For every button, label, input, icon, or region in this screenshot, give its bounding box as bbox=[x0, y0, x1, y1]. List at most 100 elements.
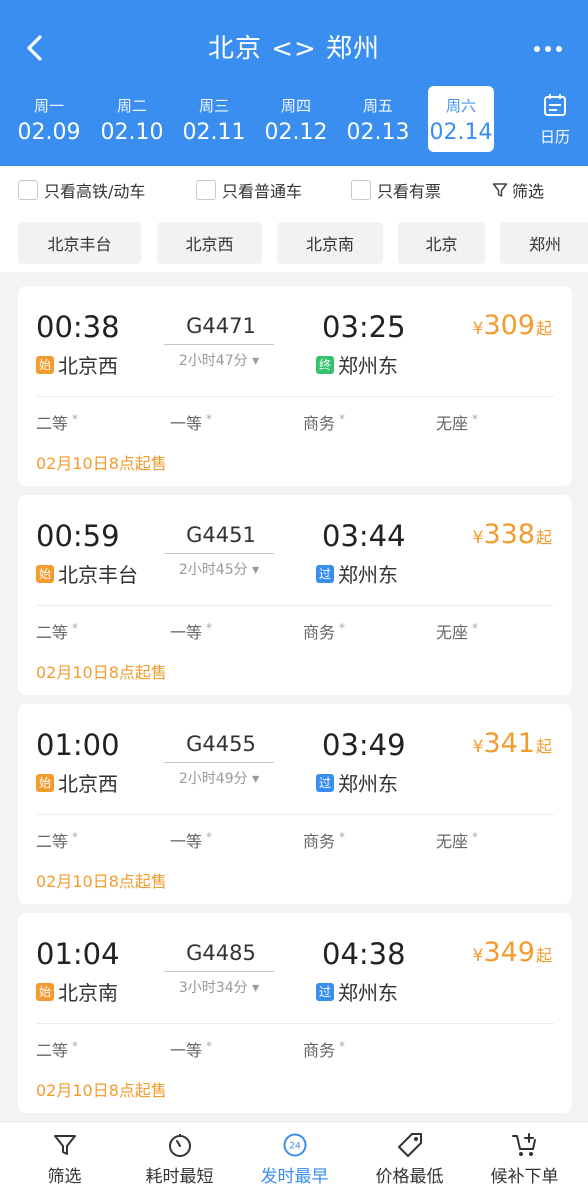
caret-down-icon: ▾ bbox=[252, 353, 260, 369]
filter-icon bbox=[492, 183, 508, 197]
seat-class: 二等 * bbox=[36, 619, 78, 643]
station-name: 郑州东 bbox=[338, 563, 398, 587]
seat-class: 商务 * bbox=[303, 410, 345, 434]
end-tag: 终 bbox=[316, 355, 334, 374]
divider bbox=[36, 396, 554, 397]
price-currency: ¥ bbox=[472, 946, 484, 966]
departure-station: 始北京西 bbox=[36, 350, 118, 379]
date-item-1[interactable]: 周二 02.10 bbox=[91, 86, 173, 152]
only-available-checkbox[interactable]: 只看有票 bbox=[351, 178, 441, 202]
checkbox-label: 只看普通车 bbox=[222, 182, 303, 201]
tab-earliest-departure[interactable]: 24 发时最早 bbox=[236, 1122, 353, 1197]
seat-label: 无座 bbox=[436, 623, 469, 642]
caret-down-icon: ▾ bbox=[252, 980, 260, 996]
seat-mark: * bbox=[339, 411, 346, 426]
seat-label: 商务 bbox=[303, 832, 336, 851]
date-value: 02.14 bbox=[429, 120, 493, 145]
caret-down-icon: ▾ bbox=[252, 562, 260, 578]
seat-label: 一等 bbox=[170, 1041, 203, 1060]
seat-class: 二等 * bbox=[36, 410, 78, 434]
arrival-station: 过郑州东 bbox=[316, 977, 398, 1006]
train-card[interactable]: 01:04 G4485 3小时34分 ▾ 04:38 ¥349 起 始北京南 过郑… bbox=[18, 913, 572, 1113]
only-normal-checkbox[interactable]: 只看普通车 bbox=[196, 178, 302, 202]
duration: 2小时47分 ▾ bbox=[164, 350, 274, 370]
date-item-0[interactable]: 周一 02.09 bbox=[8, 86, 90, 152]
seat-label: 二等 bbox=[36, 414, 69, 433]
timer-icon bbox=[168, 1134, 191, 1157]
seat-mark: * bbox=[72, 620, 79, 635]
seat-class: 商务 * bbox=[303, 1037, 345, 1061]
date-item-2[interactable]: 周三 02.11 bbox=[173, 86, 255, 152]
seat-mark: * bbox=[206, 620, 213, 635]
train-card[interactable]: 00:59 G4451 2小时45分 ▾ 03:44 ¥338 起 始北京丰台 过… bbox=[18, 495, 572, 695]
departure-station: 始北京南 bbox=[36, 977, 118, 1006]
checkbox-box bbox=[196, 180, 216, 200]
tab-label: 候补下单 bbox=[490, 1167, 559, 1187]
tab-label: 耗时最短 bbox=[145, 1167, 214, 1187]
station-chip[interactable]: 北京 bbox=[398, 222, 485, 264]
tab-waitlist-order[interactable]: 候补下单 bbox=[466, 1122, 583, 1197]
date-value: 02.09 bbox=[17, 120, 81, 145]
price-currency: ¥ bbox=[472, 319, 484, 339]
sale-notice: 02月10日8点起售 bbox=[36, 1081, 167, 1100]
seat-class: 一等 * bbox=[170, 828, 212, 852]
duration: 2小时49分 ▾ bbox=[164, 768, 274, 788]
date-weekday: 周三 bbox=[198, 97, 229, 115]
page-title: 北京 <> 郑州 bbox=[207, 34, 381, 64]
seat-class: 一等 * bbox=[170, 410, 212, 434]
date-selector: 周一 02.09 周二 02.10 周三 02.11 周四 02.12 周五 0… bbox=[0, 86, 588, 152]
arrival-station: 过郑州东 bbox=[316, 559, 398, 588]
station-name: 北京丰台 bbox=[58, 563, 138, 587]
train-card[interactable]: 00:38 G4471 2小时47分 ▾ 03:25 ¥309 起 始北京西 终郑… bbox=[18, 286, 572, 486]
train-line bbox=[164, 553, 274, 554]
date-item-3[interactable]: 周四 02.12 bbox=[255, 86, 337, 152]
price-suffix: 起 bbox=[535, 946, 552, 965]
date-weekday: 周一 bbox=[33, 97, 64, 115]
station-chip[interactable]: 郑州 bbox=[500, 222, 588, 264]
seat-class: 无座 * bbox=[436, 619, 478, 643]
date-item-5-selected[interactable]: 周六 02.14 bbox=[428, 86, 494, 152]
calendar-button[interactable]: 日历 bbox=[530, 92, 580, 152]
filter-bar: 只看高铁/动车 只看普通车 只看有票 筛选 bbox=[0, 166, 588, 212]
station-chip[interactable]: 北京南 bbox=[277, 222, 383, 264]
seat-class: 商务 * bbox=[303, 828, 345, 852]
seat-mark: * bbox=[206, 411, 213, 426]
train-number: G4471 bbox=[186, 314, 256, 338]
arrival-time: 03:49 bbox=[322, 728, 406, 762]
calendar-icon bbox=[544, 94, 566, 116]
seat-label: 二等 bbox=[36, 623, 69, 642]
price-suffix: 起 bbox=[535, 737, 552, 756]
date-item-4[interactable]: 周五 02.13 bbox=[337, 86, 419, 152]
date-weekday: 周五 bbox=[362, 97, 393, 115]
date-weekday: 周四 bbox=[280, 97, 311, 115]
tab-filter[interactable]: 筛选 bbox=[6, 1122, 123, 1197]
tab-shortest-duration[interactable]: 耗时最短 bbox=[121, 1122, 238, 1197]
seat-mark: * bbox=[339, 1038, 346, 1053]
duration: 3小时34分 ▾ bbox=[164, 977, 274, 997]
filter-icon bbox=[53, 1135, 76, 1155]
seat-class: 一等 * bbox=[170, 619, 212, 643]
seat-label: 商务 bbox=[303, 414, 336, 433]
seat-class: 二等 * bbox=[36, 828, 78, 852]
sale-notice: 02月10日8点起售 bbox=[36, 454, 167, 473]
train-line bbox=[164, 344, 274, 345]
pass-tag: 过 bbox=[316, 773, 334, 792]
station-chip-row: 北京丰台 北京西 北京南 北京 郑州 bbox=[0, 212, 588, 272]
seat-class: 无座 * bbox=[436, 828, 478, 852]
price: ¥338 起 bbox=[473, 519, 552, 550]
more-button[interactable] bbox=[528, 34, 568, 64]
station-name: 郑州东 bbox=[338, 354, 398, 378]
station-chip[interactable]: 北京丰台 bbox=[18, 222, 141, 264]
price-value: 349 bbox=[483, 937, 535, 968]
seat-label: 商务 bbox=[303, 1041, 336, 1060]
date-value: 02.10 bbox=[100, 120, 164, 145]
price-value: 309 bbox=[483, 310, 535, 341]
train-card[interactable]: 01:00 G4455 2小时49分 ▾ 03:49 ¥341 起 始北京西 过郑… bbox=[18, 704, 572, 904]
seat-mark: * bbox=[472, 411, 479, 426]
screen-filter-button[interactable]: 筛选 bbox=[492, 178, 544, 202]
tab-lowest-price[interactable]: 价格最低 bbox=[351, 1122, 468, 1197]
seat-mark: * bbox=[339, 620, 346, 635]
only-highspeed-checkbox[interactable]: 只看高铁/动车 bbox=[18, 178, 145, 202]
station-chip[interactable]: 北京西 bbox=[157, 222, 262, 264]
arrival-time: 04:38 bbox=[322, 937, 406, 971]
